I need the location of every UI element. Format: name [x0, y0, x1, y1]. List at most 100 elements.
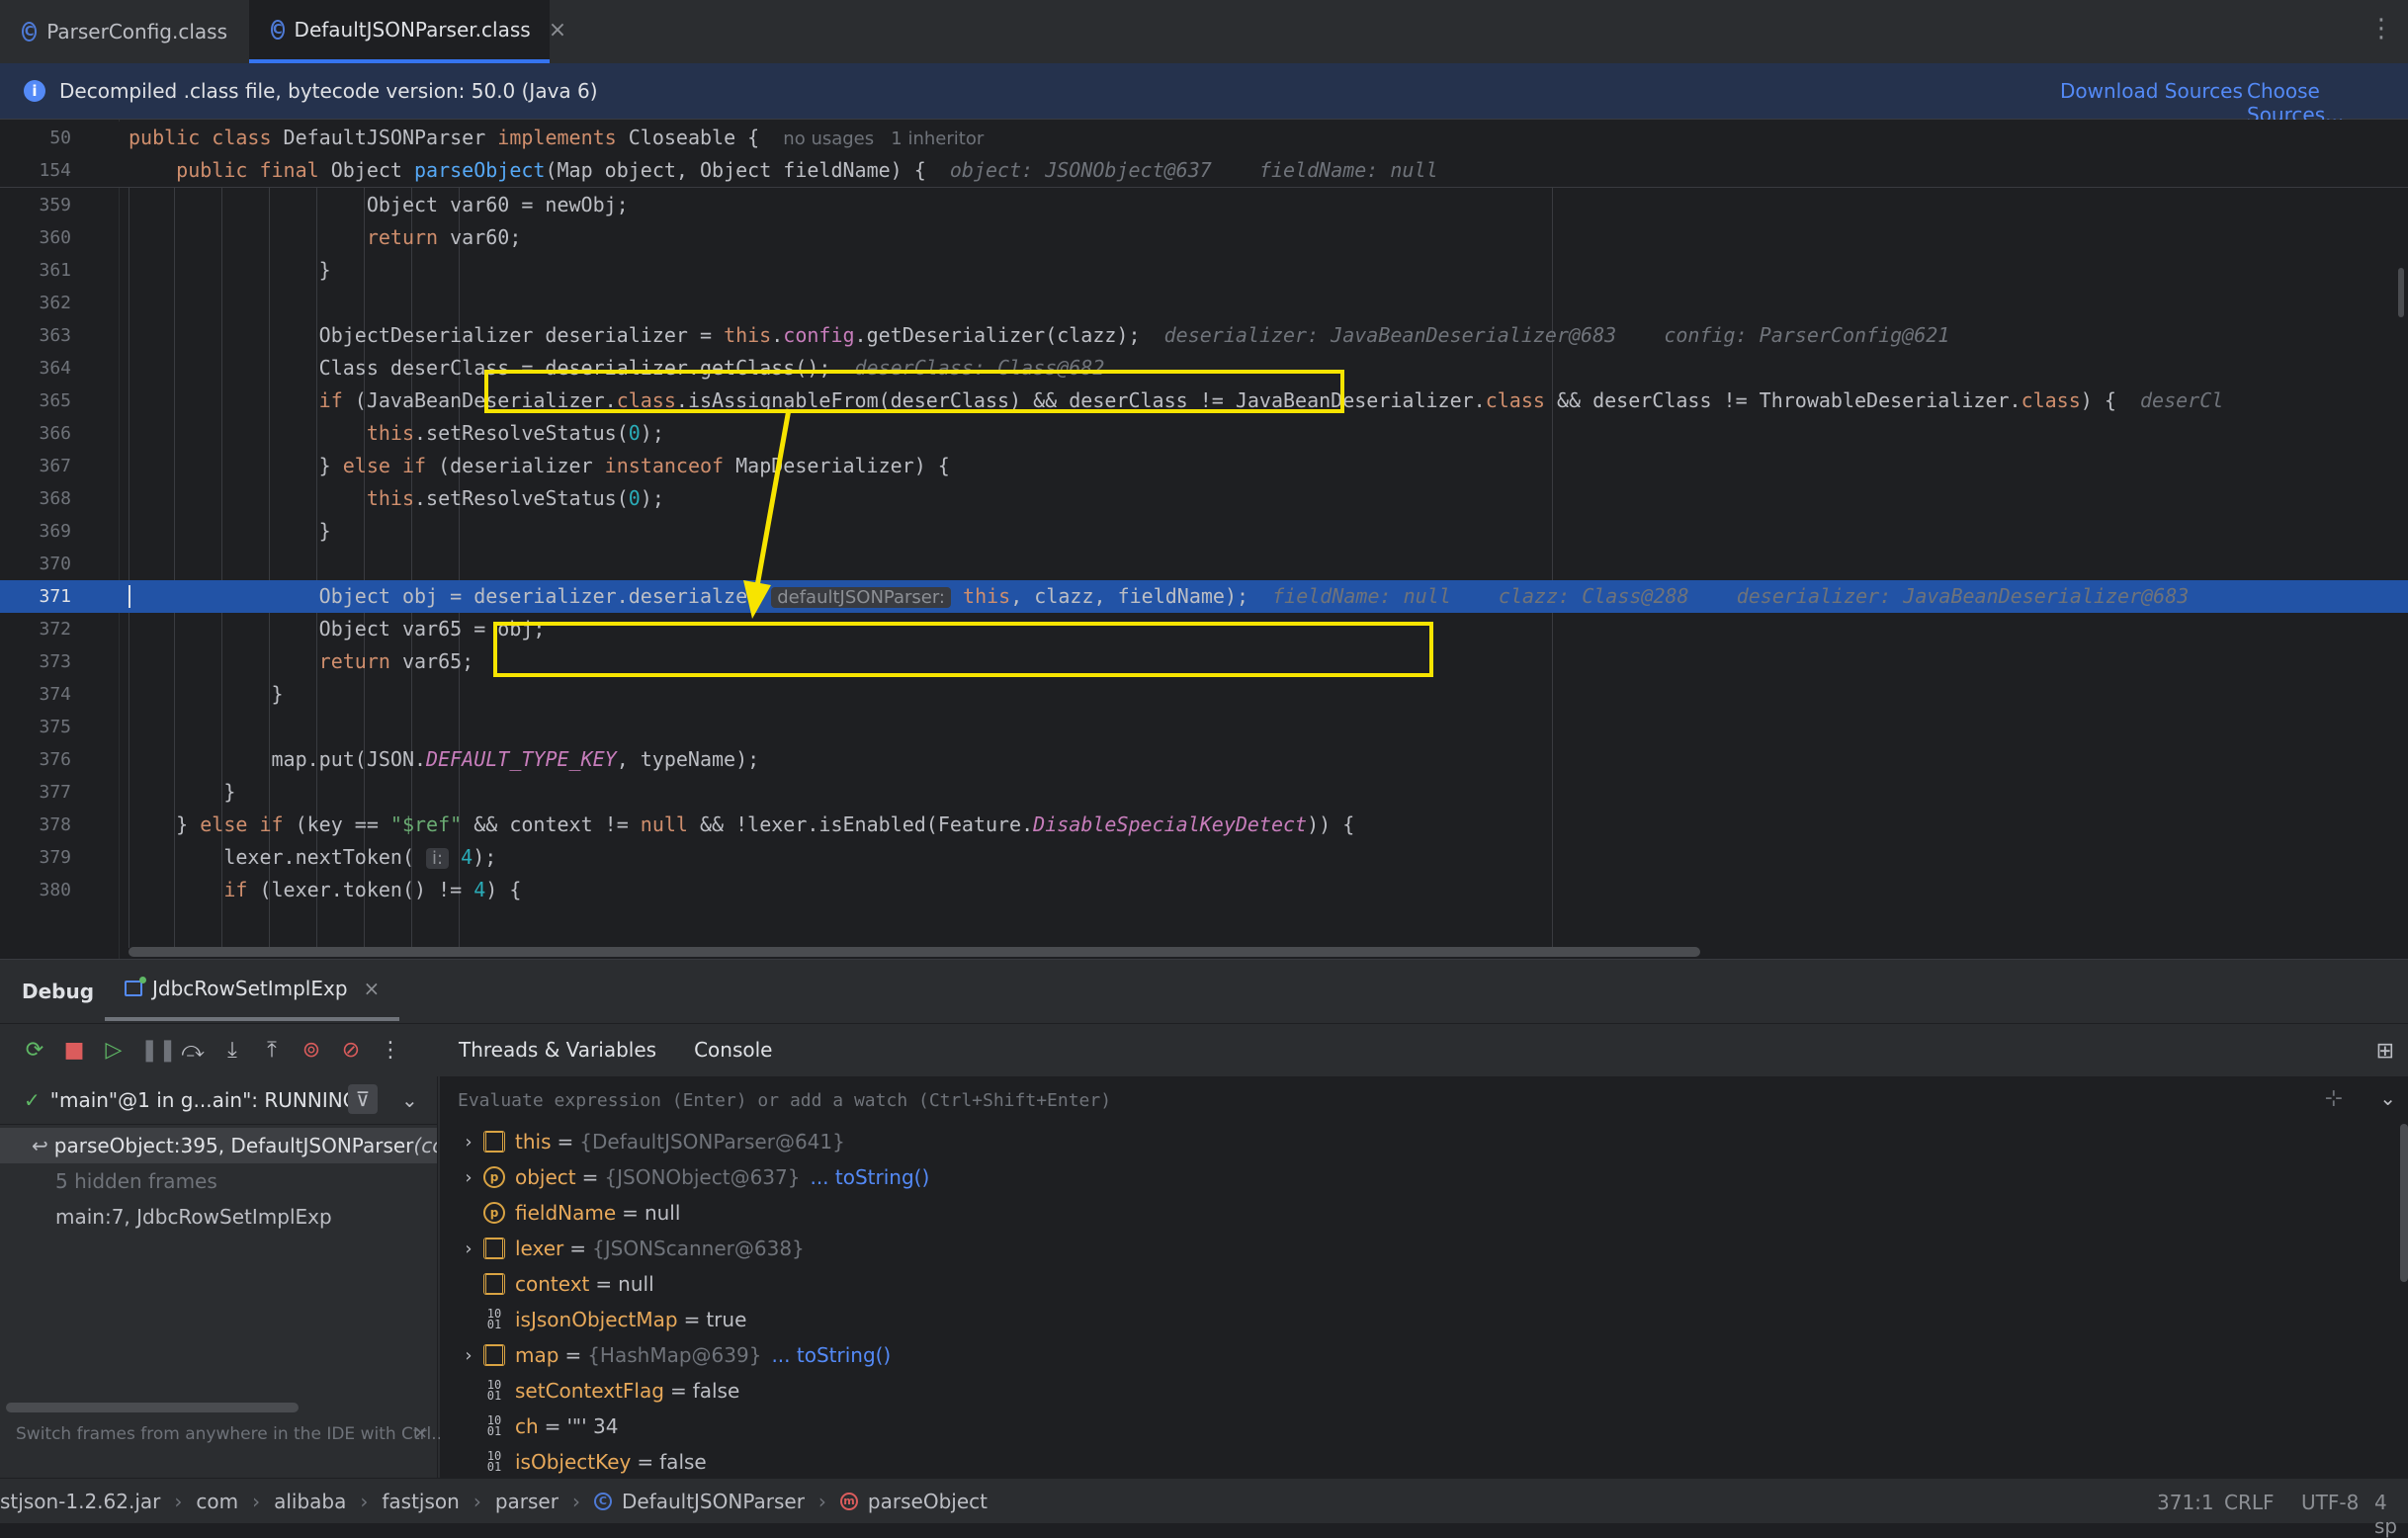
code-line[interactable]: 376 map.put(JSON.DEFAULT_TYPE_KEY, typeN… — [0, 743, 2408, 776]
line-number[interactable]: 361 — [0, 254, 71, 287]
pause-icon[interactable]: ❚❚ — [140, 1038, 177, 1063]
line-number[interactable]: 371 — [0, 580, 71, 613]
variable-row[interactable]: ›1001isJsonObjectMap=true — [440, 1302, 747, 1337]
code-line[interactable]: 377 } — [0, 776, 2408, 809]
frames-horizontal-scrollbar[interactable] — [6, 1403, 299, 1412]
line-number[interactable]: 375 — [0, 711, 71, 743]
code-line[interactable]: 363 ObjectDeserializer deserializer = th… — [0, 319, 2408, 352]
tab-defaultjsonparser[interactable]: C DefaultJSONParser.class × — [249, 0, 566, 63]
chevron-right-icon[interactable]: › — [454, 1239, 483, 1259]
code-line[interactable]: 370 — [0, 548, 2408, 580]
evaluate-expression-input[interactable] — [456, 1088, 2239, 1112]
variable-row[interactable]: ›1001isObjectKey=false — [440, 1444, 707, 1479]
breadcrumb-alibaba[interactable]: alibaba — [274, 1490, 346, 1513]
code-line[interactable]: 379 lexer.nextToken( i: 4); — [0, 841, 2408, 874]
more-vertical-icon[interactable]: ⋮ — [2368, 14, 2394, 43]
debug-session-tab[interactable]: JdbcRowSetImplExp × — [105, 960, 400, 1021]
code-line[interactable]: 359 Object var60 = newObj; — [0, 189, 2408, 221]
code-line[interactable]: 368 this.setResolveStatus(0); — [0, 482, 2408, 515]
line-number[interactable]: 370 — [0, 548, 71, 580]
tostring-link[interactable]: ... toString() — [771, 1343, 891, 1367]
chevron-down-icon[interactable]: ⌄ — [2379, 1086, 2396, 1110]
mute-breakpoints-icon[interactable]: ⊘ — [338, 1038, 364, 1063]
layout-icon[interactable]: ⊞ — [2376, 1039, 2394, 1064]
line-separator[interactable]: CRLF — [2224, 1491, 2275, 1514]
code-line[interactable]: 367 } else if (deserializer instanceof M… — [0, 450, 2408, 482]
line-number[interactable]: 372 — [0, 613, 71, 645]
line-number[interactable]: 368 — [0, 482, 71, 515]
chevron-right-icon[interactable]: › — [454, 1345, 483, 1366]
filter-icon[interactable]: ⊽ — [348, 1084, 378, 1114]
line-number[interactable]: 366 — [0, 417, 71, 450]
tab-console[interactable]: Console — [694, 1038, 772, 1062]
editor-horizontal-scrollbar[interactable] — [129, 947, 1700, 957]
line-number[interactable]: 377 — [0, 776, 71, 809]
breadcrumb-parser[interactable]: parser — [495, 1490, 559, 1513]
chevron-right-icon[interactable]: › — [454, 1167, 483, 1188]
line-number[interactable]: 363 — [0, 319, 71, 352]
breadcrumb-com[interactable]: com — [196, 1490, 238, 1513]
code-line[interactable]: 362 — [0, 287, 2408, 319]
editor-vertical-scrollbar[interactable] — [2398, 268, 2404, 317]
breadcrumb-jar[interactable]: stjson-1.2.62.jar — [0, 1490, 160, 1513]
line-number[interactable]: 154 — [0, 154, 71, 187]
code-line[interactable]: 374 } — [0, 678, 2408, 711]
line-number[interactable]: 369 — [0, 515, 71, 548]
variable-row[interactable]: ›context=null — [440, 1266, 654, 1302]
step-into-icon[interactable]: ⤓ — [219, 1038, 245, 1063]
tab-threads-variables[interactable]: Threads & Variables — [459, 1038, 656, 1062]
code-line[interactable]: 360 return var60; — [0, 221, 2408, 254]
line-number[interactable]: 379 — [0, 841, 71, 874]
variable-row[interactable]: ›1001setContextFlag=false — [440, 1373, 740, 1409]
tostring-link[interactable]: ... toString() — [810, 1165, 929, 1189]
code-line[interactable]: 50 public class DefaultJSONParser impleme… — [0, 122, 2408, 154]
variable-row[interactable]: › map = {HashMap@639} ... toString() — [440, 1337, 891, 1373]
rerun-icon[interactable]: ⟳ — [22, 1038, 47, 1063]
more-vertical-icon[interactable]: ⋮ — [378, 1038, 403, 1063]
line-number[interactable]: 373 — [0, 645, 71, 678]
code-line[interactable]: 366 this.setResolveStatus(0); — [0, 417, 2408, 450]
file-encoding[interactable]: UTF-8 — [2301, 1491, 2359, 1514]
view-breakpoints-icon[interactable]: ⊚ — [299, 1038, 324, 1063]
breadcrumb-fastjson[interactable]: fastjson — [382, 1490, 459, 1513]
variable-row[interactable]: › p object = {JSONObject@637} ... toString() — [440, 1159, 929, 1195]
code-line[interactable]: 378 } else if (key == "$ref" && context … — [0, 809, 2408, 841]
indent-setting[interactable]: 4 sp — [2374, 1491, 2408, 1538]
hidden-frames[interactable]: 5 hidden frames — [0, 1163, 437, 1199]
thread-selector[interactable]: ✓ "main"@1 in g...ain": RUNNING ⊽ ⌄ — [0, 1076, 437, 1125]
chevron-right-icon[interactable]: › — [454, 1132, 483, 1153]
variable-row[interactable]: ›1001ch='"' 34 — [440, 1409, 619, 1444]
caret-position[interactable]: 371:1 — [2157, 1491, 2214, 1514]
step-over-icon[interactable]: ⤼ — [180, 1038, 206, 1063]
code-line[interactable]: 371 Object obj = deserializer.deserialze… — [0, 580, 2408, 613]
stop-icon[interactable]: ■ — [61, 1038, 87, 1063]
line-number[interactable]: 360 — [0, 221, 71, 254]
variables-vertical-scrollbar[interactable] — [2400, 1124, 2408, 1282]
close-icon[interactable]: × — [549, 18, 566, 43]
code-line[interactable]: 361 } — [0, 254, 2408, 287]
code-line[interactable]: 375 — [0, 711, 2408, 743]
line-number[interactable]: 50 — [0, 122, 71, 154]
chevron-down-icon[interactable]: ⌄ — [401, 1088, 418, 1112]
code-line[interactable]: 369 } — [0, 515, 2408, 548]
close-icon[interactable]: × — [413, 1422, 428, 1443]
line-number[interactable]: 380 — [0, 874, 71, 906]
line-number[interactable]: 367 — [0, 450, 71, 482]
variable-row[interactable]: › lexer = {JSONScanner@638} — [440, 1231, 804, 1266]
line-number[interactable]: 365 — [0, 384, 71, 417]
close-icon[interactable]: × — [364, 977, 381, 1000]
breadcrumb-class[interactable]: DefaultJSONParser — [622, 1490, 805, 1513]
add-watch-icon[interactable]: ⊹ — [2325, 1086, 2343, 1111]
line-number[interactable]: 374 — [0, 678, 71, 711]
download-sources-link[interactable]: Download Sources — [2060, 79, 2243, 103]
step-out-icon[interactable]: ⤒ — [259, 1038, 285, 1063]
line-number[interactable]: 378 — [0, 809, 71, 841]
stack-frame[interactable]: main:7, JdbcRowSetImplExp — [0, 1199, 437, 1235]
variable-row[interactable]: ›pfieldName=null — [440, 1195, 680, 1231]
code-editor[interactable]: 357 this.setResolveStatus(0);358 this.pa… — [0, 120, 2408, 959]
stack-frame[interactable]: ↩ parseObject:395, DefaultJSONParser (co… — [0, 1128, 437, 1163]
line-number[interactable]: 364 — [0, 352, 71, 384]
line-number[interactable]: 359 — [0, 189, 71, 221]
tab-parserconfig[interactable]: C ParserConfig.class — [0, 0, 249, 63]
code-line[interactable]: 154 public final Object parseObject(Map … — [0, 154, 2408, 187]
